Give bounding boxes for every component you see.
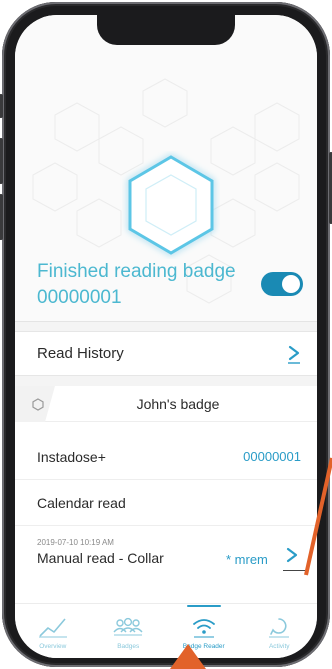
nav-badges[interactable]: Badges xyxy=(91,604,167,658)
reader-toggle-switch[interactable] xyxy=(261,272,303,296)
nav-overview[interactable]: Overview xyxy=(15,604,91,658)
badge-reader-hero: Finished reading badge 00000001 xyxy=(15,15,317,322)
chevron-right-icon[interactable] xyxy=(285,546,299,564)
volume-down-button xyxy=(0,194,3,240)
nav-overview-label: Overview xyxy=(39,643,67,650)
silent-switch xyxy=(0,94,3,118)
nav-activity-label: Activity xyxy=(268,643,290,650)
bottom-navigation: Overview Badges Badge Reader Activity xyxy=(15,603,317,658)
manual-read-row[interactable]: 2019-07-10 10:19 AM Manual read - Collar… xyxy=(15,526,317,574)
chevron-underline xyxy=(283,570,305,571)
manual-read-label: Manual read - Collar xyxy=(37,550,164,566)
activity-icon xyxy=(269,618,290,638)
badge-name: John's badge xyxy=(136,396,220,412)
badge-card-header[interactable]: John's badge xyxy=(15,386,317,422)
calendar-read-row[interactable]: Calendar read xyxy=(15,480,317,526)
phone-notch xyxy=(97,15,235,45)
dose-value: * mrem xyxy=(226,552,268,567)
read-history-label: Read History xyxy=(37,345,124,362)
manual-read-timestamp: 2019-07-10 10:19 AM xyxy=(37,538,114,547)
nav-badge-reader-label: Badge Reader xyxy=(182,643,225,650)
instadose-row[interactable]: Instadose+ 00000001 xyxy=(15,434,317,480)
toggle-knob xyxy=(282,275,300,293)
calendar-read-label: Calendar read xyxy=(37,494,126,511)
wifi-icon xyxy=(192,619,215,638)
badge-details-card: John's badge Instadose+ 00000001 Calenda… xyxy=(15,386,317,608)
users-icon xyxy=(113,617,143,636)
app-screen: Finished reading badge 00000001 Read His… xyxy=(15,15,317,658)
read-history-row[interactable]: Read History xyxy=(15,331,317,376)
nav-badges-label: Badges xyxy=(117,643,140,650)
device-type-label: Instadose+ xyxy=(37,448,106,465)
active-tab-indicator xyxy=(186,605,221,607)
chart-line-icon xyxy=(38,618,67,638)
phone-frame: Finished reading badge 00000001 Read His… xyxy=(0,2,332,667)
nav-activity[interactable]: Activity xyxy=(242,604,318,658)
badge-hexagon-icon xyxy=(128,155,214,255)
serial-number-value: 00000001 xyxy=(243,449,301,464)
reading-status-text: Finished reading badge 00000001 xyxy=(37,261,236,308)
chevron-right-icon xyxy=(288,345,300,364)
nav-badge-reader[interactable]: Badge Reader xyxy=(166,604,242,658)
volume-up-button xyxy=(0,138,3,184)
